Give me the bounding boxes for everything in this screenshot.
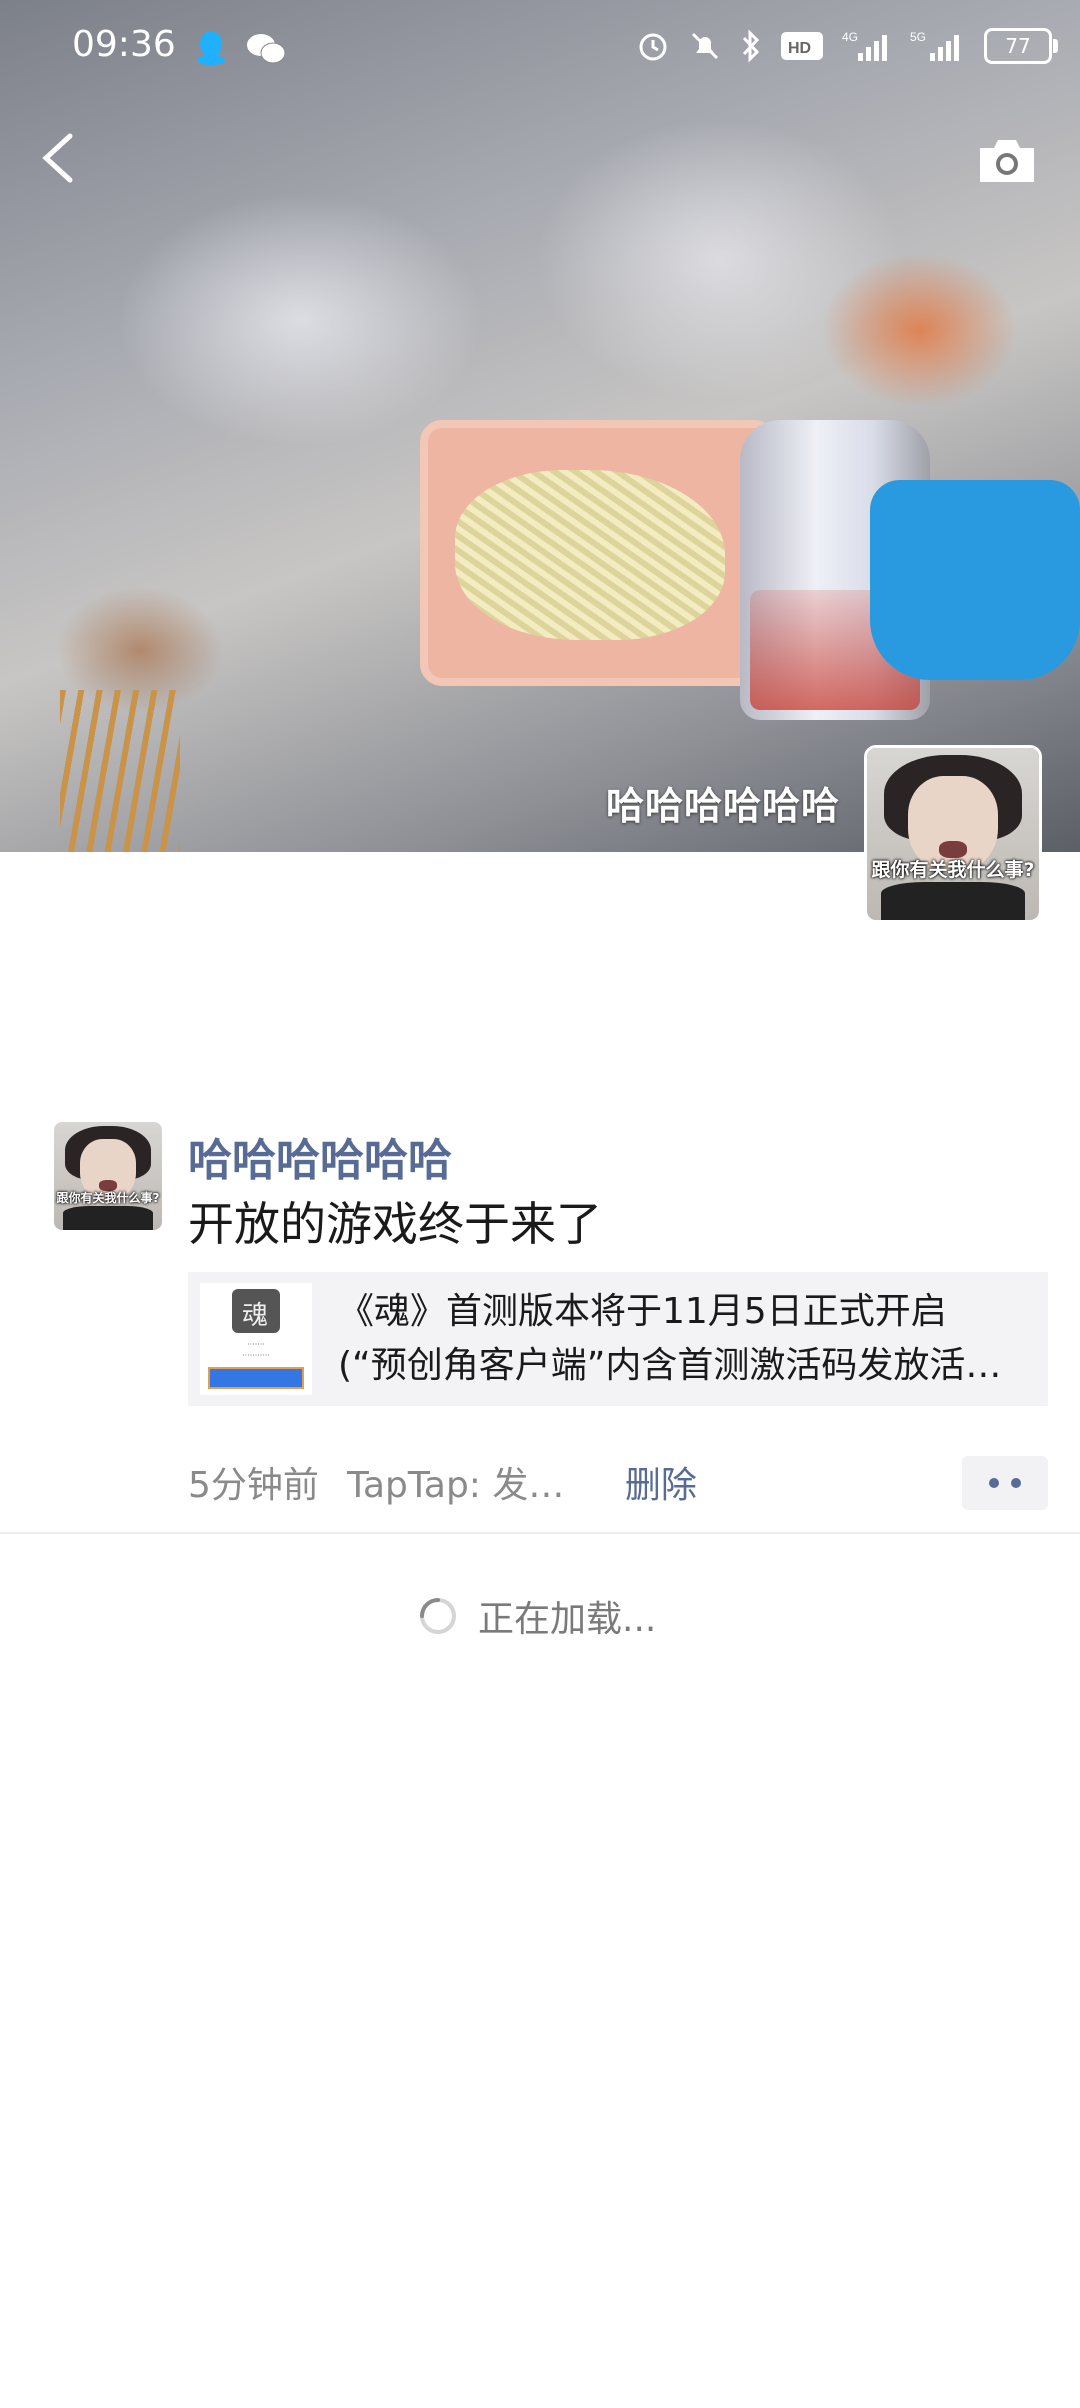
post-author-avatar[interactable]: 跟你有关我什么事? [54, 1122, 162, 1230]
avatar-image: 跟你有关我什么事? [54, 1122, 162, 1230]
status-right-icons: HD 4G 5G 77 [636, 28, 1058, 64]
loading-indicator: 正在加载... [418, 1590, 656, 1642]
link-title-line2: (“预创角客户端”内含首测激活码发放活… [338, 1345, 1002, 1386]
loading-label: 正在加载... [478, 1599, 657, 1640]
skewers-graphic [60, 690, 180, 852]
wechat-icon [247, 34, 286, 64]
dot-icon [1011, 1478, 1021, 1488]
post-author-name[interactable]: 哈哈哈哈哈哈 [188, 1124, 452, 1188]
status-time: 09:36 [72, 24, 176, 65]
blue-bowl-graphic [870, 480, 1080, 680]
alarm-icon [639, 33, 667, 61]
divider [0, 1532, 1080, 1534]
profile-avatar[interactable]: 跟你有关我什么事? [864, 745, 1042, 923]
cover-username: 哈哈哈哈哈哈 [605, 784, 840, 828]
svg-text:HD: HD [788, 40, 811, 57]
avatar-caption: 跟你有关我什么事? [56, 1190, 160, 1205]
spinner-icon [420, 1598, 456, 1634]
link-title-line1: 《魂》首测版本将于11月5日正式开启 [338, 1291, 947, 1332]
back-arrow-icon[interactable] [36, 130, 80, 186]
noodles-graphic [455, 470, 725, 640]
svg-text:5G: 5G [910, 30, 926, 44]
dot-icon [989, 1478, 999, 1488]
signal-5g-icon: 5G [910, 30, 959, 61]
link-thumbnail: ·················· [200, 1283, 312, 1395]
link-title: 《魂》首测版本将于11月5日正式开启 (“预创角客户端”内含首测激活码发放活… [338, 1285, 1038, 1393]
avatar-image: 跟你有关我什么事? [867, 748, 1039, 920]
bluetooth-icon [742, 29, 760, 63]
post-source[interactable]: TapTap: 发现... [347, 1456, 597, 1508]
qq-icon [197, 31, 225, 65]
post-text: 开放的游戏终于来了 [188, 1197, 602, 1251]
camera-icon[interactable] [976, 136, 1038, 186]
more-options-button[interactable] [962, 1456, 1048, 1510]
hd-icon: HD [781, 32, 823, 60]
avatar-caption: 跟你有关我什么事? [871, 858, 1035, 881]
shared-link-card[interactable]: ·················· 《魂》首测版本将于11月5日正式开启 (“… [188, 1272, 1048, 1406]
post-meta: 5分钟前 TapTap: 发现... 删除 [188, 1456, 697, 1508]
cover-photo[interactable]: 哈哈哈哈哈哈 [0, 0, 1080, 852]
svg-text:4G: 4G [842, 30, 858, 44]
mute-bell-icon [691, 32, 719, 60]
signal-4g-icon: 4G [842, 30, 887, 61]
post-time: 5分钟前 [188, 1465, 319, 1506]
delete-button[interactable]: 删除 [625, 1456, 697, 1508]
battery-indicator: 77 [984, 28, 1058, 64]
moments-page: 哈哈哈哈哈哈 09:36 HD 4G 5G 77 跟你有关我什么事? 跟你有关我… [0, 0, 1080, 2408]
status-bar: 09:36 HD 4G 5G 77 [0, 0, 1080, 96]
